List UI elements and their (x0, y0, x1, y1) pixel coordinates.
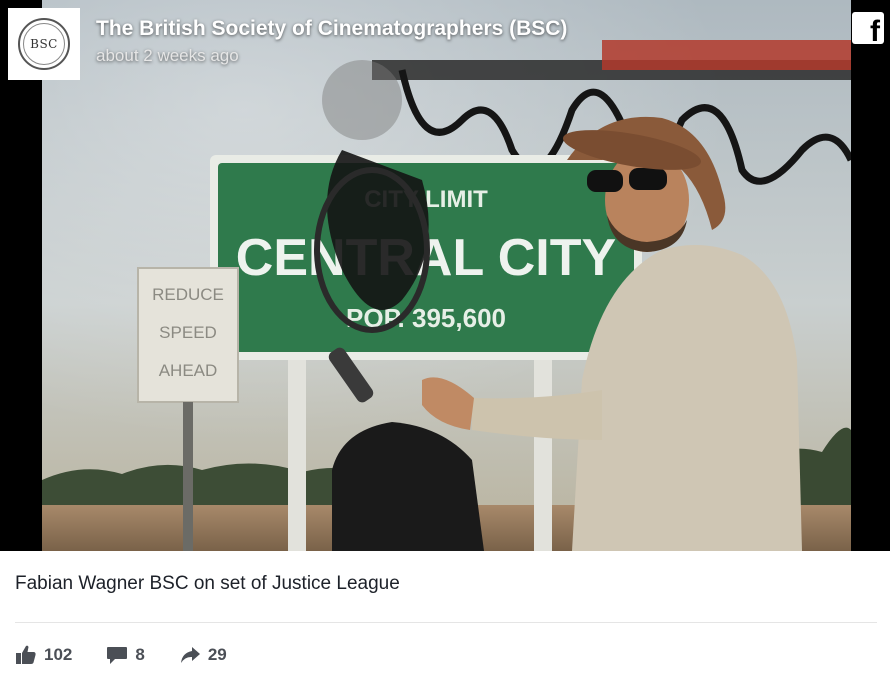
share-icon (180, 647, 200, 663)
engagement-bar: 102 8 29 (15, 642, 261, 668)
small-sign-line-2: SPEED (159, 323, 217, 342)
bsc-seal-logo: BSC (18, 18, 70, 70)
like-icon (16, 645, 36, 664)
facebook-post-embed: CITY LIMIT CENTRAL CITY POP. 395,600 RED… (0, 0, 890, 681)
logo-text: BSC (23, 23, 65, 65)
post-caption: Fabian Wagner BSC on set of Justice Leag… (15, 573, 400, 594)
post-header: BSC The British Society of Cinematograph… (0, 0, 890, 90)
facebook-icon[interactable]: f (852, 12, 884, 48)
post-media[interactable]: CITY LIMIT CENTRAL CITY POP. 395,600 RED… (0, 0, 890, 551)
facebook-glyph: f (870, 15, 880, 48)
likes-stat[interactable]: 102 (15, 645, 72, 665)
divider (15, 622, 877, 623)
page-name-link[interactable]: The British Society of Cinematographers … (96, 17, 567, 41)
comments-stat[interactable]: 8 (106, 645, 145, 665)
small-sign-line-1: REDUCE (152, 285, 224, 304)
comments-count: 8 (135, 645, 145, 664)
shares-stat[interactable]: 29 (179, 645, 227, 665)
comment-icon (107, 647, 128, 664)
likes-count: 102 (44, 645, 73, 664)
page-avatar[interactable]: BSC (8, 8, 80, 80)
small-sign-line-3: AHEAD (159, 361, 218, 380)
post-timestamp[interactable]: about 2 weeks ago (96, 46, 239, 66)
shares-count: 29 (207, 645, 227, 664)
